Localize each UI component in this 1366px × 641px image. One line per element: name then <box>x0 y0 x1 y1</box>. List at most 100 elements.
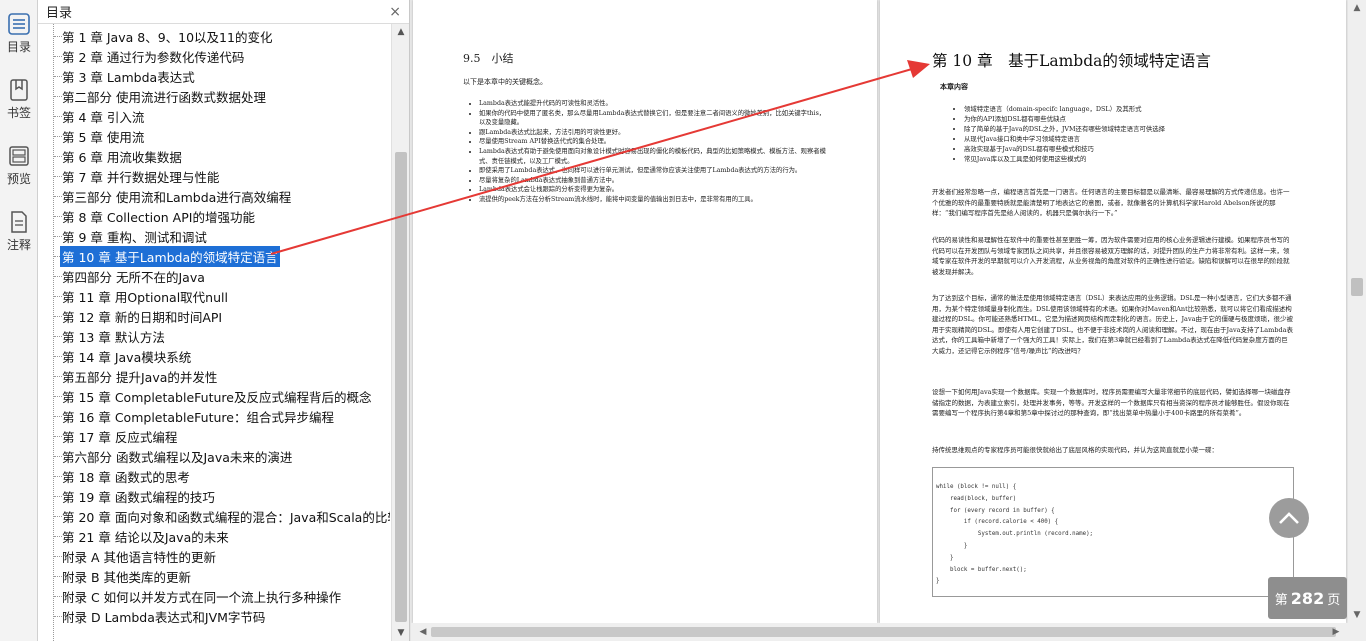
toc-item[interactable]: 第三部分 使用流和Lambda进行高效编程 <box>60 186 293 206</box>
toc-item-label: 第 9 章 重构、测试和调试 <box>62 229 207 245</box>
toc-item[interactable]: 第 15 章 CompletableFuture及反应式编程背后的概念 <box>60 386 373 406</box>
page-indicator-suffix: 页 <box>1327 592 1341 608</box>
toc-item-label: 第 1 章 Java 8、9、10以及11的变化 <box>62 29 273 45</box>
toc-item-label: 第三部分 使用流和Lambda进行高效编程 <box>62 189 292 205</box>
toc-item[interactable]: 第 2 章 通过行为参数化传递代码 <box>60 46 246 66</box>
toc-item-label: 第 15 章 CompletableFuture及反应式编程背后的概念 <box>62 389 372 405</box>
toc-item[interactable]: 第 16 章 CompletableFuture：组合式异步编程 <box>60 406 336 426</box>
rail-toc-button[interactable]: 目录 <box>0 4 38 66</box>
page-indicator-prefix: 第 <box>1274 592 1288 608</box>
note-icon <box>11 211 27 233</box>
toc-item[interactable]: 第 8 章 Collection API的增强功能 <box>60 206 257 226</box>
toc-item[interactable]: 第六部分 函数式编程以及Java未来的演进 <box>60 446 294 466</box>
bullet-item: 尽量使用Stream API替换迭代式的集合处理。 <box>479 137 827 147</box>
page-left: 9.5 小结 以下是本章中的关键概念。 Lambda表达式能提升代码的可读性和灵… <box>413 0 877 623</box>
rail-bookmark-button[interactable]: 书签 <box>0 70 38 132</box>
toc-item-label: 第 18 章 函数式的思考 <box>62 469 190 485</box>
toc-item-label: 第 20 章 面向对象和函数式编程的混合：Java和Scala的比较 <box>62 509 390 525</box>
bullet-item: 从现代Java接口和类中学习领域特定语言 <box>964 134 1286 144</box>
toc-scrollbar[interactable]: ▲ ▼ <box>391 24 409 641</box>
toc-item[interactable]: 第 6 章 用流收集数据 <box>60 146 184 166</box>
toc-item[interactable]: 第 20 章 面向对象和函数式编程的混合：Java和Scala的比较 <box>60 506 390 526</box>
chevron-up-icon <box>1279 512 1299 524</box>
chapter-bullets: 领域特定语言（domain-specifc language，DSL）及其形式为… <box>956 104 1286 164</box>
toc-item[interactable]: 第二部分 使用流进行函数式数据处理 <box>60 86 268 106</box>
toc-item[interactable]: 第 4 章 引入流 <box>60 106 146 126</box>
bullet-item: 跟Lambda表达式比起来，方法引用的可读性更好。 <box>479 128 827 138</box>
bullet-item: 即使采用了Lambda表达式，也同样可以进行单元测试，但是通常你应该关注使用了L… <box>479 166 827 176</box>
side-rail: 目录 书签 预览 注释 <box>0 0 38 641</box>
document-view[interactable]: 9.5 小结 以下是本章中的关键概念。 Lambda表达式能提升代码的可读性和灵… <box>411 0 1366 641</box>
toc-item[interactable]: 第 7 章 并行数据处理与性能 <box>60 166 221 186</box>
toc-item[interactable]: 第五部分 提升Java的并发性 <box>60 366 219 386</box>
toc-item[interactable]: 第 21 章 结论以及Java的未来 <box>60 526 231 546</box>
toc-item[interactable]: 第 1 章 Java 8、9、10以及11的变化 <box>60 26 274 46</box>
bullet-item: Lambda表达式能提升代码的可读性和灵活性。 <box>479 99 827 109</box>
toc-item[interactable]: 第 9 章 重构、测试和调试 <box>60 226 209 246</box>
rail-note-button[interactable]: 注释 <box>0 202 38 264</box>
toc-list: 第 1 章 Java 8、9、10以及11的变化第 2 章 通过行为参数化传递代… <box>38 24 390 641</box>
toc-item[interactable]: 第 17 章 反应式编程 <box>60 426 179 446</box>
toc-item-label: 第六部分 函数式编程以及Java未来的演进 <box>62 449 293 465</box>
toc-item[interactable]: 附录 C 如何以并发方式在同一个流上执行多种操作 <box>60 586 343 606</box>
document-horizontal-scrollbar[interactable]: ◀ ▶ <box>411 623 1366 641</box>
bullet-item: 领域特定语言（domain-specifc language，DSL）及其形式 <box>964 104 1286 114</box>
toc-item-label: 第 21 章 结论以及Java的未来 <box>62 529 229 545</box>
toc-item[interactable]: 第 10 章 基于Lambda的领域特定语言 <box>59 244 281 268</box>
section-intro: 以下是本章中的关键概念。 <box>463 78 547 86</box>
rail-bookmark-label: 书签 <box>6 106 31 120</box>
toc-item[interactable]: 第 19 章 函数式编程的技巧 <box>60 486 217 506</box>
code-block: while (block != null) { read(block, buff… <box>932 467 1294 597</box>
scroll-down-icon[interactable]: ▼ <box>392 625 410 641</box>
scroll-left-icon[interactable]: ◀ <box>415 623 431 641</box>
document-scroll-thumb[interactable] <box>1351 278 1363 296</box>
toc-item[interactable]: 附录 A 其他语言特性的更新 <box>60 546 218 566</box>
bullet-item: Lambda表达式会让栈跟踪的分析变得更为复杂。 <box>479 185 827 195</box>
toc-scroll-thumb[interactable] <box>395 152 407 622</box>
list-icon <box>8 13 30 35</box>
back-to-top-button[interactable] <box>1269 498 1309 538</box>
scroll-up-icon[interactable]: ▲ <box>392 24 410 40</box>
toc-item-label: 第四部分 无所不在的Java <box>62 269 205 285</box>
toc-item-label: 第 11 章 用Optional取代null <box>62 289 228 305</box>
toc-item[interactable]: 第 11 章 用Optional取代null <box>60 286 230 306</box>
toc-item-label: 第 14 章 Java模块系统 <box>62 349 192 365</box>
bullet-item: 高效实现基于Java的DSL都有哪些模式和技巧 <box>964 144 1286 154</box>
document-hscroll-thumb[interactable] <box>431 627 1336 637</box>
bullet-item: Lambda表达式有助于避免使用面向对象设计模式时容易出现的僵化的模板代码，典型… <box>479 147 827 166</box>
toc-item-label: 第 12 章 新的日期和时间API <box>62 309 223 325</box>
toc-item[interactable]: 第 13 章 默认方法 <box>60 326 167 346</box>
toc-item-label: 附录 B 其他类库的更新 <box>62 569 192 585</box>
toc-item[interactable]: 附录 B 其他类库的更新 <box>60 566 193 586</box>
toc-panel: 目录 × 第 1 章 Java 8、9、10以及11的变化第 2 章 通过行为参… <box>38 0 410 641</box>
close-icon[interactable]: × <box>389 4 401 20</box>
toc-item-label: 第 13 章 默认方法 <box>62 329 165 345</box>
toc-item-label: 第 6 章 用流收集数据 <box>62 149 182 165</box>
chapter-subtitle: 本章内容 <box>940 82 968 91</box>
toc-item[interactable]: 第四部分 无所不在的Java <box>60 266 207 286</box>
toc-item[interactable]: 第 3 章 Lambda表达式 <box>60 66 197 86</box>
toc-item-label: 第 16 章 CompletableFuture：组合式异步编程 <box>62 409 334 425</box>
summary-bullets: Lambda表达式能提升代码的可读性和灵活性。如果你的代码中使用了匿名类，那么尽… <box>471 99 827 205</box>
bullet-item: 除了简单的基于Java的DSL之外，JVM还有哪些领域特定语言可供选择 <box>964 124 1286 134</box>
document-vertical-scrollbar[interactable]: ▲ ▼ <box>1348 0 1366 623</box>
toc-title: 目录 <box>46 6 73 21</box>
toc-item-label: 第 10 章 基于Lambda的领域特定语言 <box>59 244 281 268</box>
toc-item[interactable]: 第 12 章 新的日期和时间API <box>60 306 224 326</box>
scroll-up-icon[interactable]: ▲ <box>1348 0 1366 16</box>
rail-preview-button[interactable]: 预览 <box>0 136 38 198</box>
toc-item-label: 第 19 章 函数式编程的技巧 <box>62 489 215 505</box>
scroll-right-icon[interactable]: ▶ <box>1328 623 1344 641</box>
toc-item[interactable]: 第 18 章 函数式的思考 <box>60 466 192 486</box>
toc-item-label: 第 7 章 并行数据处理与性能 <box>62 169 220 185</box>
toc-item[interactable]: 附录 D Lambda表达式和JVM字节码 <box>60 606 267 626</box>
scroll-down-icon[interactable]: ▼ <box>1348 607 1366 623</box>
toc-item-label: 第五部分 提升Java的并发性 <box>62 369 218 385</box>
toc-item[interactable]: 第 5 章 使用流 <box>60 126 146 146</box>
bookmark-icon <box>10 79 28 101</box>
bullet-item: 如果你的代码中使用了匿名类，那么尽量用Lambda表达式替换它们，但是要注意二者… <box>479 109 827 128</box>
toc-item-label: 第 2 章 通过行为参数化传递代码 <box>62 49 245 65</box>
bullet-item: 为你的API添加DSL都有哪些优缺点 <box>964 114 1286 124</box>
bullet-item: 流提供的peek方法在分析Stream流水线时，能将中间变量的值输出到日志中，是… <box>479 195 827 205</box>
toc-item[interactable]: 第 14 章 Java模块系统 <box>60 346 193 366</box>
